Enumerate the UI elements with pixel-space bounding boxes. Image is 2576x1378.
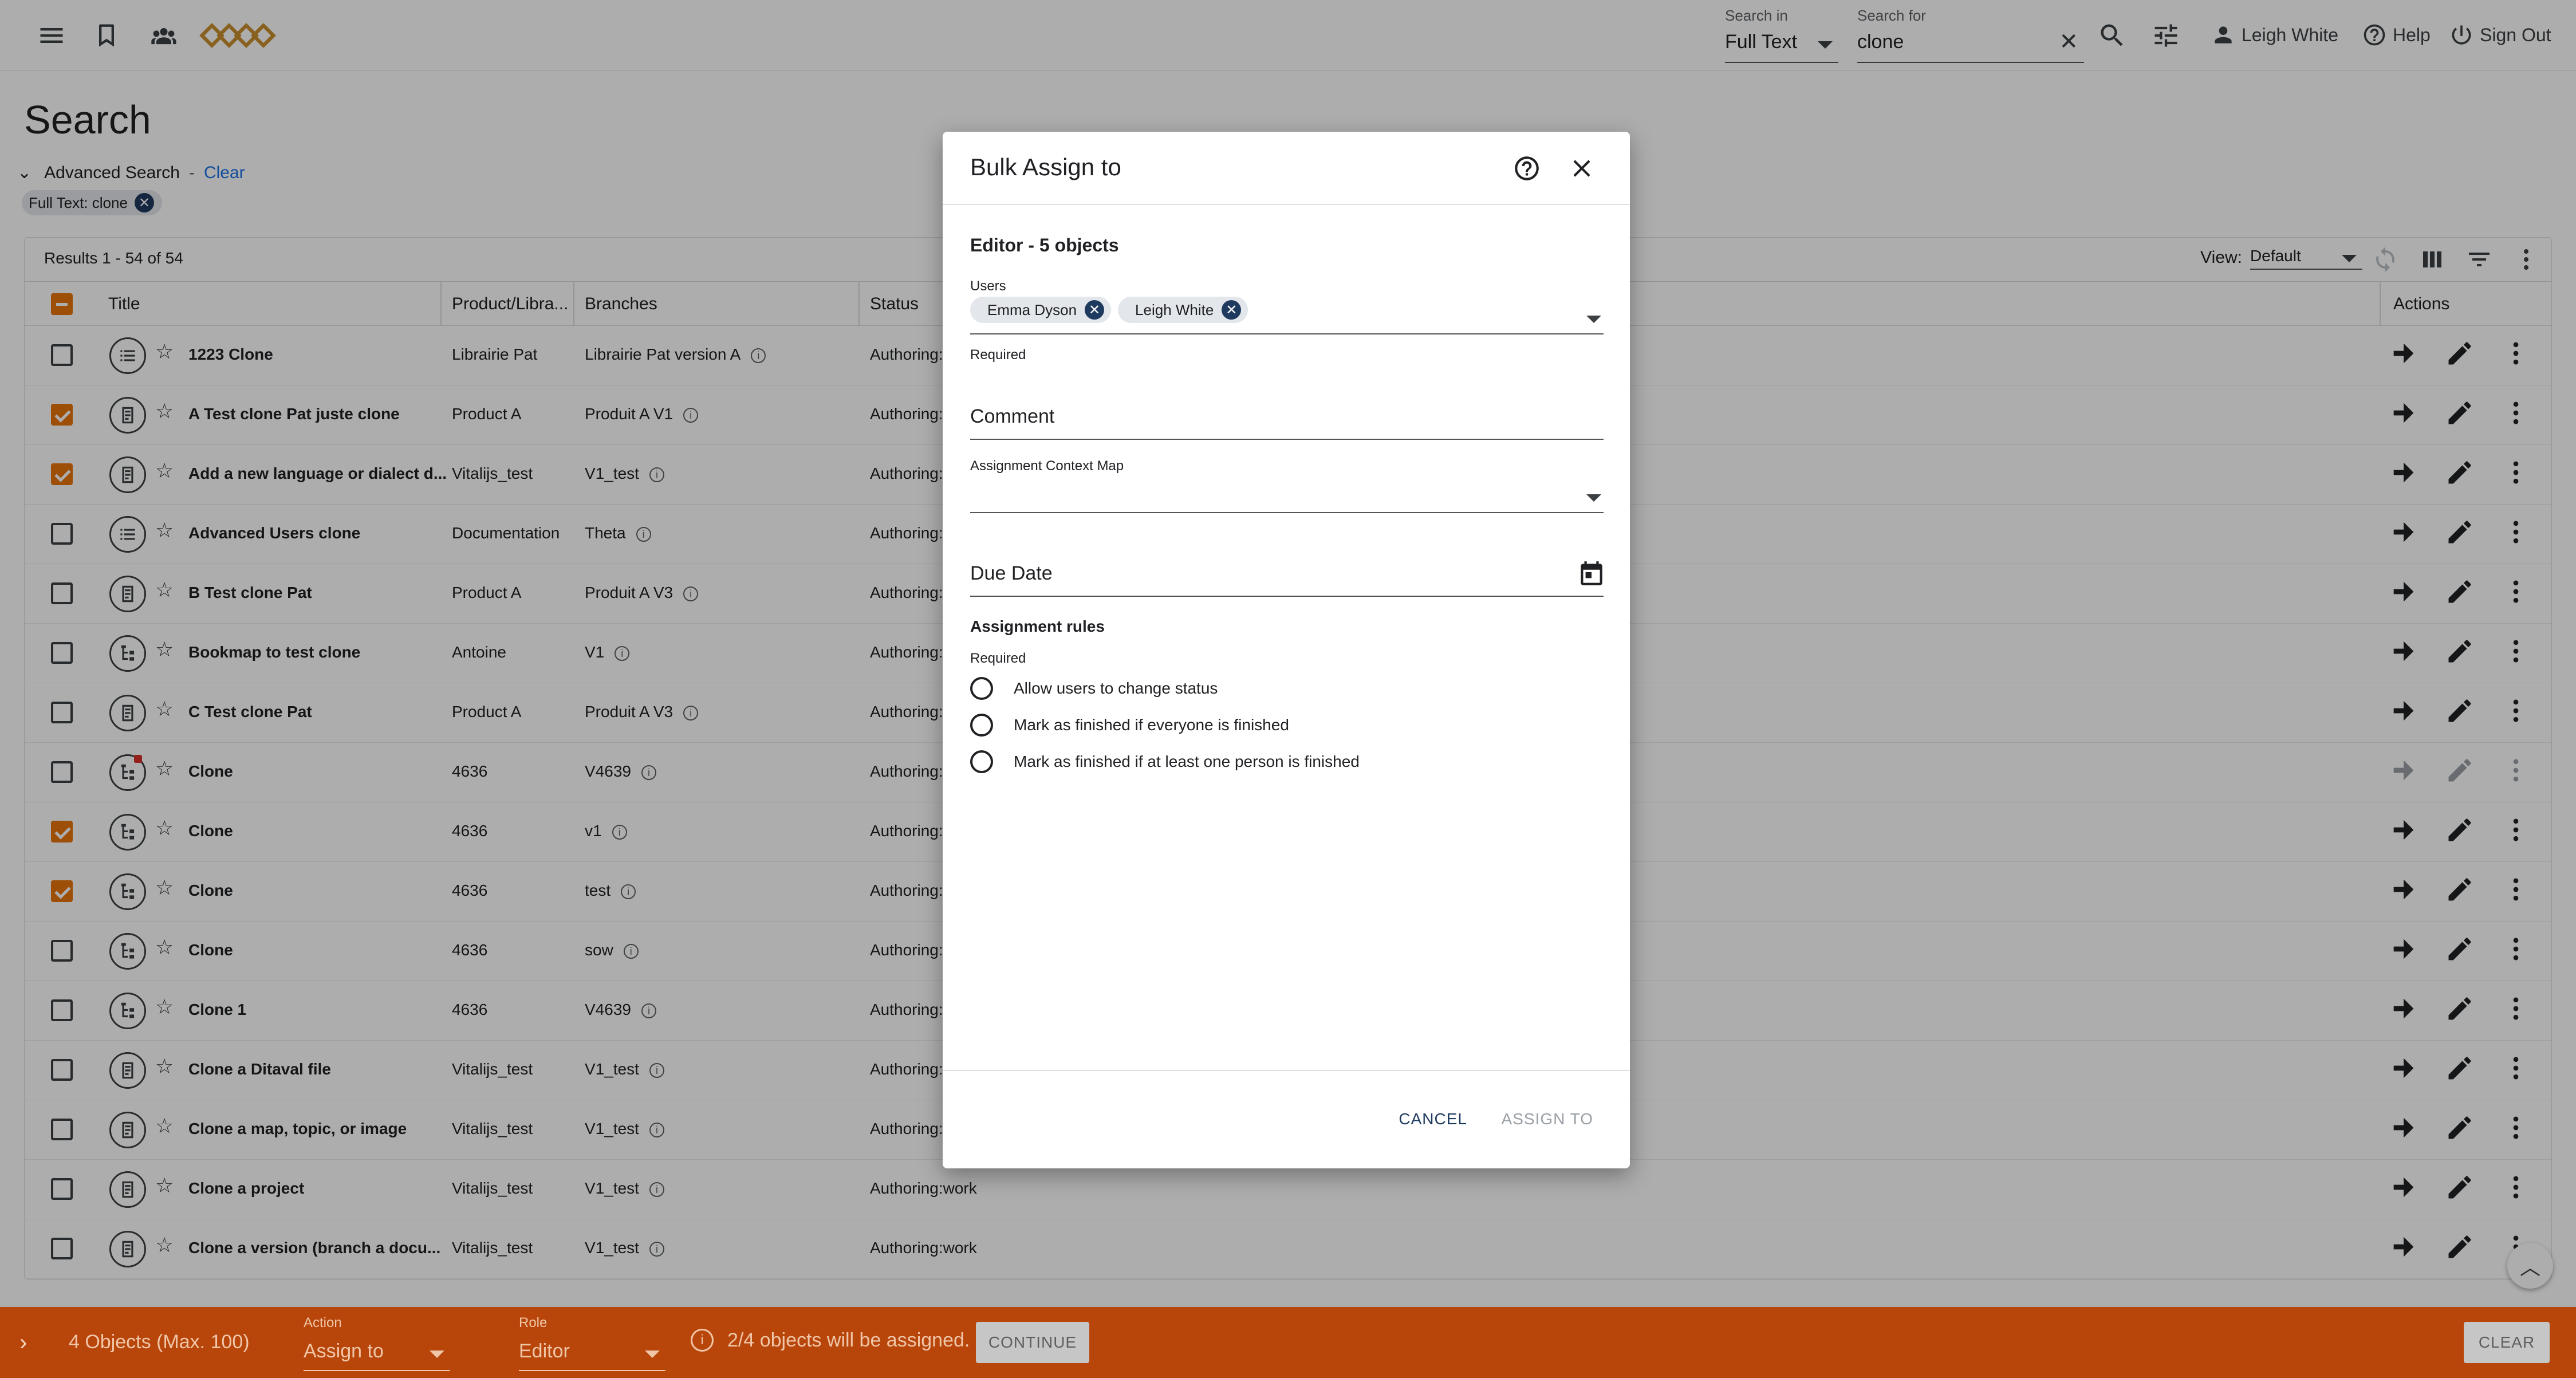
info-icon: i: [691, 1329, 714, 1352]
user-chip-label: Emma Dyson: [987, 301, 1077, 318]
role-select[interactable]: Role Editor: [519, 1314, 665, 1371]
dialog-footer: CANCEL ASSIGN TO: [943, 1070, 1630, 1168]
user-chip[interactable]: Emma Dyson ✕: [970, 297, 1112, 323]
selected-objects-count: 4 Objects (Max. 100): [69, 1331, 250, 1353]
comment-field[interactable]: Comment: [970, 405, 1604, 440]
help-icon[interactable]: [1510, 151, 1544, 186]
rule-option[interactable]: Allow users to change status: [970, 677, 1218, 700]
close-icon[interactable]: [1565, 151, 1599, 186]
bulk-assign-dialog: Bulk Assign to Editor - 5 objects Users …: [943, 132, 1630, 1168]
rule-option[interactable]: Mark as finished if at least one person …: [970, 750, 1360, 773]
assignment-note-text: 2/4 objects will be assigned.: [727, 1329, 970, 1351]
assign-to-button[interactable]: ASSIGN TO: [1502, 1110, 1593, 1128]
action-value: Assign to: [304, 1340, 384, 1362]
assignment-note: i 2/4 objects will be assigned.: [691, 1329, 970, 1352]
radio-button[interactable]: [970, 750, 993, 773]
cancel-button[interactable]: CANCEL: [1399, 1110, 1467, 1128]
dialog-subtitle: Editor - 5 objects: [970, 235, 1119, 255]
rule-label[interactable]: Mark as finished if at least one person …: [1014, 753, 1360, 771]
dialog-title: Bulk Assign to: [970, 153, 1121, 180]
comment-placeholder: Comment: [970, 405, 1055, 427]
dialog-header: Bulk Assign to: [943, 132, 1630, 205]
dropdown-arrow-icon: [1586, 494, 1601, 502]
chevron-right-icon[interactable]: ›: [19, 1330, 27, 1356]
dropdown-arrow-icon: [430, 1351, 444, 1358]
radio-button[interactable]: [970, 714, 993, 737]
users-required-hint: Required: [970, 347, 1026, 363]
due-date-placeholder: Due Date: [970, 562, 1053, 584]
bulk-action-bar: › 4 Objects (Max. 100) Action Assign to …: [0, 1307, 2576, 1378]
users-select[interactable]: Emma Dyson ✕ Leigh White ✕: [970, 297, 1604, 334]
users-label: Users: [970, 278, 1006, 294]
remove-user-icon[interactable]: ✕: [1222, 300, 1242, 320]
role-label: Role: [519, 1315, 548, 1330]
rule-label[interactable]: Allow users to change status: [1014, 679, 1218, 698]
assignment-rules-heading: Assignment rules: [970, 617, 1105, 635]
rule-label[interactable]: Mark as finished if everyone is finished: [1014, 716, 1289, 734]
user-chip-label: Leigh White: [1135, 301, 1214, 318]
remove-user-icon[interactable]: ✕: [1085, 300, 1105, 320]
calendar-icon[interactable]: [1577, 559, 1606, 588]
rule-option[interactable]: Mark as finished if everyone is finished: [970, 714, 1289, 737]
context-map-label: Assignment Context Map: [970, 458, 1124, 474]
context-map-select[interactable]: [970, 479, 1604, 513]
user-chip[interactable]: Leigh White ✕: [1118, 297, 1248, 323]
role-value: Editor: [519, 1340, 570, 1362]
action-select[interactable]: Action Assign to: [304, 1314, 450, 1371]
continue-button[interactable]: CONTINUE: [976, 1322, 1089, 1363]
dropdown-arrow-icon: [1586, 316, 1601, 323]
rules-required-hint: Required: [970, 651, 1026, 666]
action-label: Action: [304, 1315, 342, 1330]
dropdown-arrow-icon: [645, 1351, 660, 1358]
clear-button[interactable]: CLEAR: [2464, 1322, 2550, 1363]
due-date-field[interactable]: Due Date: [970, 559, 1606, 597]
radio-button[interactable]: [970, 677, 993, 700]
